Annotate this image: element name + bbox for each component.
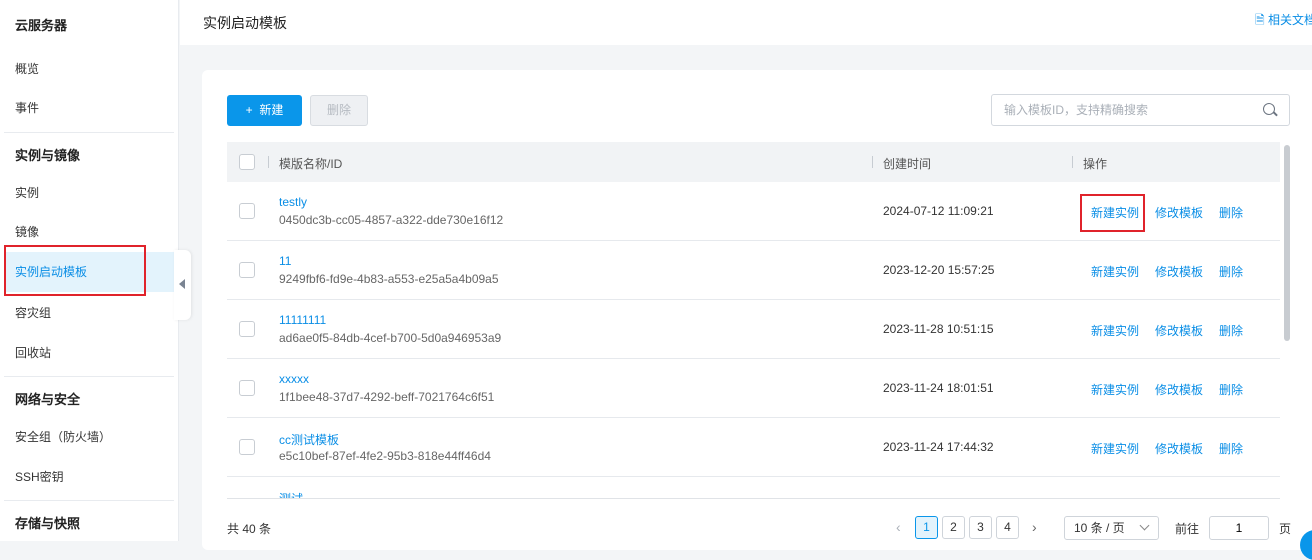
table-row: 11 9249fbf6-fd9e-4b83-a553-e25a5a4b09a5 … [227,241,1280,300]
template-name-link[interactable]: 11111111 [279,313,326,327]
page-title: 实例启动模板 [203,15,287,31]
template-name-link[interactable]: xxxxx [279,372,309,386]
sidebar-item-security-groups[interactable]: 安全组（防火墙） [15,428,111,445]
sidebar-item-ssh-keys[interactable]: SSH密钥 [15,468,64,485]
row-checkbox[interactable] [239,380,255,396]
sidebar-item-images[interactable]: 镜像 [15,223,39,240]
table-row: xxxxx 1f1bee48-37d7-4292-beff-7021764c6f… [227,359,1280,418]
sidebar-section-instances: 实例与镜像 [15,148,81,163]
select-all-checkbox[interactable] [239,154,255,170]
page-1-button[interactable]: 1 [915,516,938,539]
sidebar: 云服务器 概览 事件 实例与镜像 实例 镜像 实例启动模板 容灾组 回收站 网络… [0,0,179,541]
edit-template-link[interactable]: 修改模板 [1155,263,1203,280]
column-separator [268,156,269,168]
template-name-link[interactable]: 11 [279,254,291,268]
delete-link[interactable]: 删除 [1219,204,1243,221]
divider [4,376,174,377]
create-instance-link[interactable]: 新建实例 [1091,440,1139,457]
header: 实例启动模板 🗎 相关文档 [180,0,1312,45]
sidebar-item-disaster-groups[interactable]: 容灾组 [15,304,51,321]
sidebar-item-instances[interactable]: 实例 [15,184,39,201]
highlight-box [4,245,146,296]
page-size-value: 10 条 / 页 [1074,521,1125,535]
create-instance-link[interactable]: 新建实例 [1091,322,1139,339]
page-2-button[interactable]: 2 [942,516,965,539]
page-3-button[interactable]: 3 [969,516,992,539]
sidebar-section-network: 网络与安全 [15,392,81,407]
column-header-name: 模版名称/ID [279,157,343,171]
divider [4,132,174,133]
highlight-box [1080,194,1145,232]
docs-link[interactable]: 🗎 相关文档 [1255,11,1312,32]
sidebar-title: 云服务器 [15,18,68,33]
row-checkbox[interactable] [239,203,255,219]
chevron-down-icon [1139,520,1150,531]
table-row: cc测试模板 e5c10bef-87ef-4fe2-95b3-818e44ff4… [227,418,1280,477]
scrollbar-thumb[interactable] [1284,145,1290,341]
create-instance-link[interactable]: 新建实例 [1091,381,1139,398]
sidebar-item-recycle-bin[interactable]: 回收站 [15,344,51,361]
delete-link[interactable]: 删除 [1219,381,1243,398]
template-id: ad6ae0f5-84db-4cef-b700-5d0a946953a9 [279,331,502,345]
created-time: 2023-11-24 17:44:32 [883,440,994,454]
created-time: 2023-11-24 18:01:51 [883,381,994,395]
prev-page-icon[interactable]: ‹ [896,519,901,535]
row-checkbox[interactable] [239,321,255,337]
edit-template-link[interactable]: 修改模板 [1155,381,1203,398]
delete-link[interactable]: 删除 [1219,322,1243,339]
table-row: 测试 [227,477,1280,498]
sidebar-section-storage: 存储与快照 [15,516,81,531]
template-id: 1f1bee48-37d7-4292-beff-7021764c6f51 [279,390,495,404]
sidebar-item-events[interactable]: 事件 [15,99,39,116]
divider [4,500,174,501]
sidebar-item-overview[interactable]: 概览 [15,60,39,77]
create-instance-link[interactable]: 新建实例 [1091,263,1139,280]
template-name-link[interactable]: cc测试模板 [279,431,339,448]
template-id: 0450dc3b-cc05-4857-a322-dde730e16f12 [279,213,504,227]
new-button[interactable]: + 新建 [227,95,302,126]
goto-page-input[interactable] [1209,516,1269,540]
template-name-link[interactable]: 测试 [279,490,303,498]
page-4-button[interactable]: 4 [996,516,1019,539]
search-icon[interactable] [1263,103,1275,115]
row-checkbox[interactable] [239,262,255,278]
created-time: 2023-11-28 10:51:15 [883,322,994,336]
docs-link-label: 相关文档 [1267,13,1312,27]
divider [227,498,1280,499]
sidebar-collapse-button[interactable] [174,250,191,320]
delete-link[interactable]: 删除 [1219,263,1243,280]
edit-template-link[interactable]: 修改模板 [1155,204,1203,221]
template-id: 9249fbf6-fd9e-4b83-a553-e25a5a4b09a5 [279,272,499,286]
table-row: 11111111 ad6ae0f5-84db-4cef-b700-5d0a946… [227,300,1280,359]
delete-link[interactable]: 删除 [1219,440,1243,457]
column-header-created: 创建时间 [883,157,932,171]
template-name-link[interactable]: testly [279,195,307,209]
template-id: e5c10bef-87ef-4fe2-95b3-818e44ff46d4 [279,449,491,463]
column-separator [1072,156,1073,168]
created-time: 2024-07-12 11:09:21 [883,204,994,218]
column-header-actions: 操作 [1083,157,1108,171]
search-input[interactable] [991,94,1290,126]
goto-label: 前往 [1175,522,1200,536]
created-time: 2023-12-20 15:57:25 [883,263,995,277]
edit-template-link[interactable]: 修改模板 [1155,440,1203,457]
document-icon: 🗎 [1255,13,1268,27]
table-header: 模版名称/ID 创建时间 操作 [227,142,1280,182]
row-checkbox[interactable] [239,439,255,455]
page-unit-label: 页 [1279,522,1292,536]
column-separator [872,156,873,168]
next-page-icon[interactable]: › [1032,519,1037,535]
page-size-select[interactable]: 10 条 / 页 [1064,516,1159,540]
total-count: 共 40 条 [227,522,272,536]
edit-template-link[interactable]: 修改模板 [1155,322,1203,339]
delete-button[interactable]: 删除 [310,95,368,126]
